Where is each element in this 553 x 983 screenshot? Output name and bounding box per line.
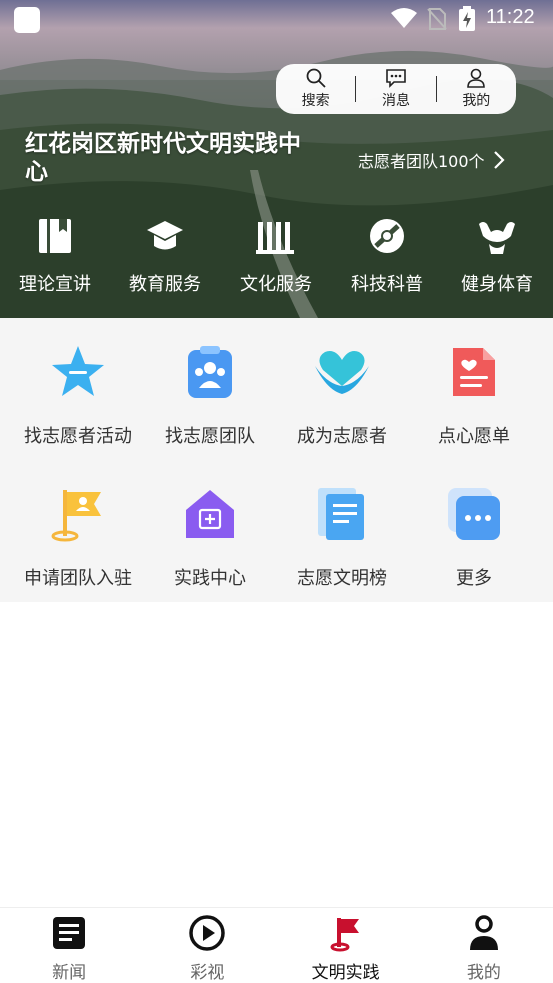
category-label: 健身体育 xyxy=(461,274,533,295)
status-time: 11:22 xyxy=(486,6,535,28)
tab-label: 我的 xyxy=(466,963,501,983)
message-icon xyxy=(386,69,406,88)
search-label: 搜索 xyxy=(301,93,330,109)
service-honor-board[interactable]: 志愿文明榜 xyxy=(273,484,411,590)
user-outline-icon xyxy=(467,68,486,88)
mine-button[interactable]: 我的 xyxy=(437,64,516,114)
category-theory-lecture[interactable]: 理论宣讲 xyxy=(0,212,110,296)
no-sim-icon xyxy=(427,8,447,30)
service-label: 实践中心 xyxy=(174,568,246,589)
red-flag-icon xyxy=(330,918,359,952)
category-row: 理论宣讲 教育服务 文化服务 科技科普 健身体育 xyxy=(0,212,553,302)
service-label: 找志愿者活动 xyxy=(24,426,132,447)
user-icon xyxy=(469,915,498,950)
volunteer-teams-label: 志愿者团队100个 xyxy=(358,152,485,171)
heart-hands-icon xyxy=(315,351,369,394)
service-grid: 找志愿者活动 找志愿团队 成为志愿者 点心愿单 申请团队入驻 实践中心 志愿文明… xyxy=(0,318,553,602)
tab-label: 文明实践 xyxy=(311,963,380,983)
top-action-bar: 搜索 消息 我的 xyxy=(276,64,516,114)
tab-label: 新闻 xyxy=(52,963,87,983)
bottom-nav: 新闻 彩视 文明实践 我的 xyxy=(0,907,553,983)
category-fitness[interactable]: 健身体育 xyxy=(442,212,552,296)
tab-mine[interactable]: 我的 xyxy=(415,908,553,983)
category-education-service[interactable]: 教育服务 xyxy=(110,212,220,296)
graduation-cap-icon xyxy=(147,221,183,250)
satellite-icon xyxy=(370,219,404,253)
service-label: 志愿文明榜 xyxy=(297,568,387,589)
status-bar: 11:22 xyxy=(0,0,553,40)
category-label: 文化服务 xyxy=(240,274,312,295)
mine-label: 我的 xyxy=(462,93,491,109)
hero-banner: 11:22 搜索 消息 我的 红花岗区新时代文明实践中心 志愿者团队100个 理… xyxy=(0,0,553,318)
volunteer-teams-link[interactable]: 志愿者团队100个 xyxy=(358,148,505,172)
more-icon xyxy=(448,488,500,540)
battery-charging-icon xyxy=(459,6,475,31)
service-label: 找志愿团队 xyxy=(165,426,255,447)
service-wish-list[interactable]: 点心愿单 xyxy=(405,342,543,448)
service-apply-team[interactable]: 申请团队入驻 xyxy=(9,484,147,590)
book-icon xyxy=(39,219,71,253)
category-label: 教育服务 xyxy=(129,274,201,295)
service-practice-center[interactable]: 实践中心 xyxy=(141,484,279,590)
tab-label: 彩视 xyxy=(190,963,225,983)
service-label: 申请团队入驻 xyxy=(24,568,132,589)
wish-list-icon xyxy=(453,348,495,396)
search-icon xyxy=(306,68,326,88)
tab-video[interactable]: 彩视 xyxy=(138,908,276,983)
search-button[interactable]: 搜索 xyxy=(276,64,355,114)
messages-button[interactable]: 消息 xyxy=(356,64,435,114)
messages-label: 消息 xyxy=(381,93,410,109)
category-label: 理论宣讲 xyxy=(19,274,91,295)
news-icon xyxy=(53,917,86,949)
wifi-icon xyxy=(391,8,417,28)
service-label: 点心愿单 xyxy=(438,426,510,447)
category-culture-service[interactable]: 文化服务 xyxy=(221,212,331,296)
chevron-right-icon xyxy=(493,151,505,169)
team-clipboard-icon xyxy=(188,346,232,398)
flag-icon xyxy=(51,490,101,542)
tab-news[interactable]: 新闻 xyxy=(0,908,138,983)
category-label: 科技科普 xyxy=(351,274,423,295)
play-icon xyxy=(189,915,226,951)
app-notification-icon xyxy=(14,7,40,33)
document-icon xyxy=(318,488,364,540)
house-icon xyxy=(186,490,234,538)
tab-civilization-practice[interactable]: 文明实践 xyxy=(277,908,415,983)
service-find-team[interactable]: 找志愿团队 xyxy=(141,342,279,448)
star-icon xyxy=(52,346,104,396)
service-label: 更多 xyxy=(456,568,492,589)
service-find-activity[interactable]: 找志愿者活动 xyxy=(9,342,147,448)
culture-pillars-icon xyxy=(256,222,294,254)
service-label: 成为志愿者 xyxy=(297,426,387,447)
service-become-volunteer[interactable]: 成为志愿者 xyxy=(273,342,411,448)
page-title: 红花岗区新时代文明实践中心 xyxy=(25,131,301,185)
muscle-icon xyxy=(479,222,515,254)
category-science[interactable]: 科技科普 xyxy=(332,212,442,296)
service-more[interactable]: 更多 xyxy=(405,484,543,590)
